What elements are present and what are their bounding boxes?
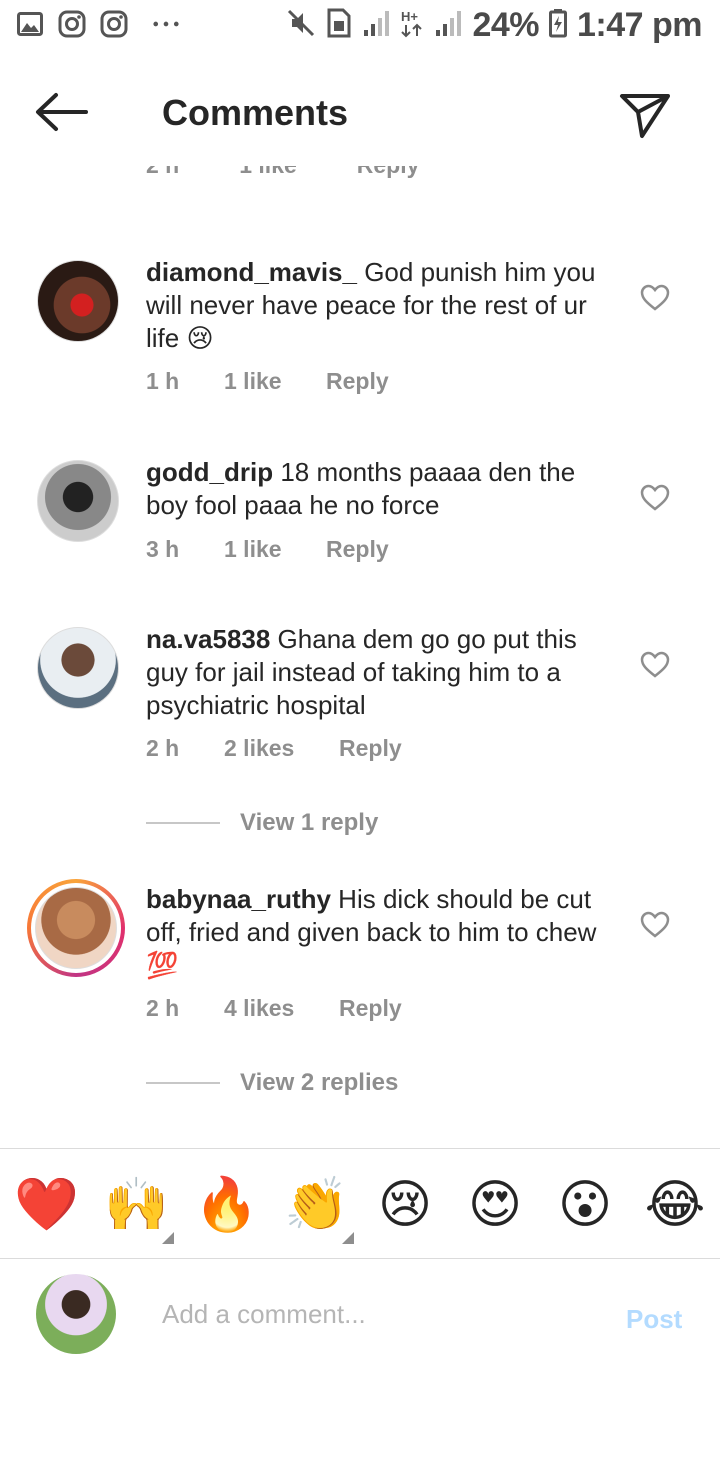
status-right: H+ 24% 1:47 pm	[286, 6, 703, 45]
like-button[interactable]	[640, 484, 672, 514]
view-replies-button[interactable]: View 2 replies	[146, 1069, 398, 1097]
comment-meta: 2 h 2 likes Reply	[146, 735, 402, 762]
comment-input[interactable]	[150, 1292, 614, 1336]
comment-likes[interactable]: 1 like	[224, 368, 326, 395]
battery-percent: 24%	[472, 6, 539, 44]
reply-button[interactable]: Reply	[326, 368, 389, 395]
emoji-raised-hands[interactable]: 🙌	[104, 1174, 169, 1236]
reply-button[interactable]: Reply	[339, 995, 402, 1022]
share-button[interactable]	[618, 92, 678, 144]
comment-time: 2 h	[146, 166, 179, 179]
heart-outline-icon	[640, 284, 670, 316]
emoji-tears-of-joy[interactable]: 😂	[644, 1174, 706, 1236]
emoji-variant-indicator	[162, 1232, 174, 1244]
comment-text: diamond_mavis_ God punish him you will n…	[146, 256, 616, 355]
comment-meta: 3 h 1 like Reply	[146, 536, 389, 563]
emoji-clapping-hands[interactable]: 👏	[284, 1174, 349, 1236]
mute-icon	[286, 8, 316, 43]
previous-comment-meta: 2 h 1 like Reply	[146, 166, 546, 196]
emoji-fire[interactable]: 🔥	[194, 1174, 259, 1236]
comment-meta: 2 h 4 likes Reply	[146, 995, 402, 1022]
reply-button[interactable]: Reply	[339, 735, 402, 762]
emoji-crying-face[interactable]: 😢	[374, 1174, 436, 1236]
reply-button[interactable]: Reply	[326, 536, 389, 563]
comment-username[interactable]: babynaa_ruthy	[146, 884, 331, 914]
divider	[0, 1148, 720, 1149]
comment-likes[interactable]: 4 likes	[224, 995, 339, 1022]
comment-likes[interactable]: 1 like	[224, 536, 326, 563]
heart-outline-icon	[640, 911, 670, 943]
like-button[interactable]	[640, 911, 672, 941]
view-replies-button[interactable]: View 1 reply	[146, 809, 378, 837]
back-button[interactable]	[32, 90, 92, 142]
comment-username[interactable]: na.va5838	[146, 624, 270, 654]
comment-text: babynaa_ruthy His dick should be cut off…	[146, 883, 616, 982]
like-button[interactable]	[640, 284, 672, 314]
avatar[interactable]	[37, 460, 119, 542]
emoji-surprised-face[interactable]: 😮	[554, 1174, 616, 1236]
divider-line	[146, 1082, 220, 1084]
clock-time: 1:47 pm	[577, 6, 703, 44]
emoji-heart[interactable]: ❤️	[14, 1174, 79, 1236]
paper-plane-icon	[618, 94, 672, 144]
svg-text:H+: H+	[401, 9, 418, 24]
post-button[interactable]: Post	[626, 1304, 682, 1335]
comment-username[interactable]: diamond_mavis_	[146, 257, 357, 287]
status-left-icons	[16, 10, 180, 38]
status-bar: H+ 24% 1:47 pm	[0, 0, 720, 56]
view-replies-label: View 2 replies	[240, 1069, 399, 1096]
avatar[interactable]	[35, 887, 117, 969]
quick-reaction-bar: ❤️ 🙌 🔥 👏 😢 😍 😮 😂	[0, 1160, 720, 1256]
page-title: Comments	[162, 92, 349, 133]
reply-button[interactable]: Reply	[357, 166, 420, 179]
view-replies-label: View 1 reply	[240, 809, 379, 836]
emoji-variant-indicator	[342, 1232, 354, 1244]
arrow-left-icon	[32, 93, 88, 138]
h-plus-icon: H+	[400, 8, 424, 43]
comment-meta: 1 h 1 like Reply	[146, 368, 389, 395]
battery-icon	[549, 8, 567, 43]
like-button[interactable]	[640, 651, 672, 681]
comment-text: godd_drip 18 months paaaa den the boy fo…	[146, 456, 616, 522]
comment-likes[interactable]: 2 likes	[224, 735, 339, 762]
signal-icon	[434, 8, 462, 43]
gallery-icon	[16, 10, 44, 38]
comment-time: 1 h	[146, 368, 180, 394]
comment-composer: Post	[0, 1258, 720, 1378]
comment-text: na.va5838 Ghana dem go go put this guy f…	[146, 623, 616, 722]
comment-time: 2 h	[146, 995, 180, 1021]
sim-icon	[326, 8, 352, 43]
avatar[interactable]	[37, 627, 119, 709]
comment-likes[interactable]: 1 like	[239, 166, 297, 179]
signal-icon	[362, 8, 390, 43]
story-ring[interactable]	[27, 879, 125, 977]
emoji-heart-eyes[interactable]: 😍	[464, 1174, 526, 1236]
comment-username[interactable]: godd_drip	[146, 457, 273, 487]
more-dots-icon	[152, 10, 180, 38]
divider-line	[146, 822, 220, 824]
instagram-icon	[58, 10, 86, 38]
comment-time: 3 h	[146, 536, 180, 562]
current-user-avatar	[36, 1274, 116, 1354]
heart-outline-icon	[640, 651, 670, 683]
top-app-bar: Comments	[0, 66, 720, 162]
avatar[interactable]	[37, 260, 119, 342]
instagram-icon	[100, 10, 128, 38]
comment-time: 2 h	[146, 735, 180, 761]
heart-outline-icon	[640, 484, 670, 516]
